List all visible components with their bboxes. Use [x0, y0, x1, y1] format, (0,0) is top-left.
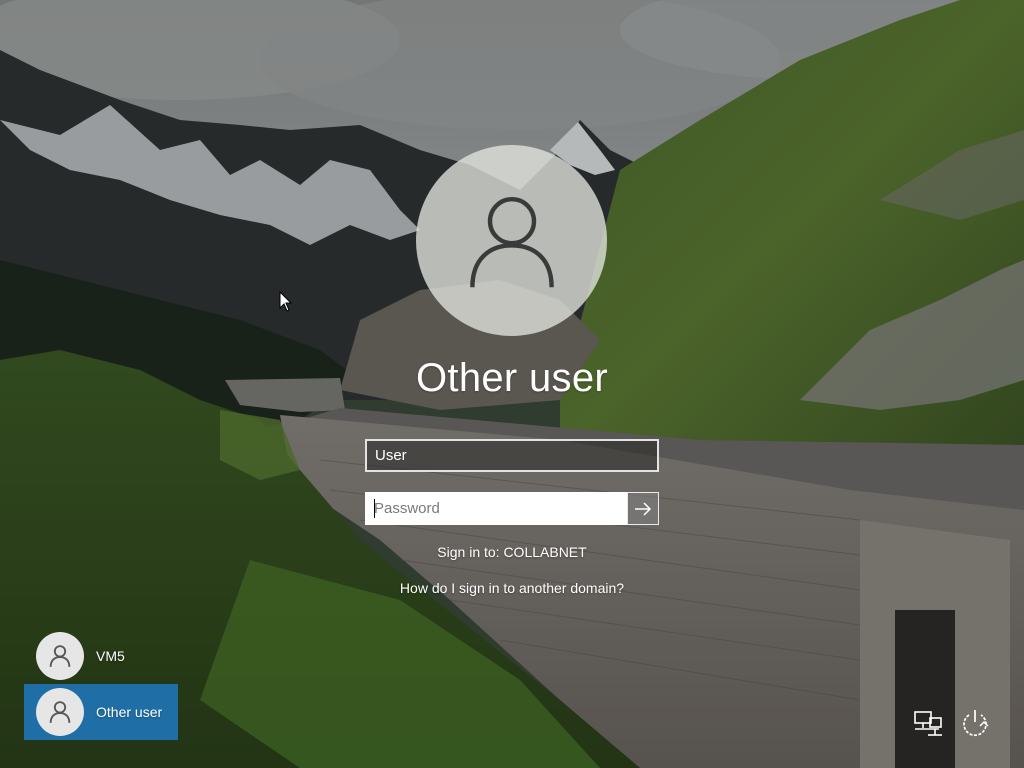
- user-tile-label: Other user: [96, 704, 163, 720]
- selected-user-name: Other user: [416, 356, 608, 400]
- user-tile-label: VM5: [96, 648, 125, 664]
- username-field[interactable]: [365, 439, 659, 472]
- text-caret: [374, 499, 375, 518]
- password-field[interactable]: [365, 492, 627, 525]
- submit-button[interactable]: [627, 492, 659, 525]
- lock-screen: Other user Sign in to: COLLABNET How do …: [0, 0, 1024, 768]
- other-domain-link[interactable]: How do I sign in to another domain?: [312, 580, 712, 596]
- user-tile-vm5[interactable]: VM5: [24, 628, 178, 684]
- selected-user-avatar: [416, 145, 607, 336]
- user-tile-other-user[interactable]: Other user: [24, 684, 178, 740]
- power-icon: [963, 710, 989, 736]
- network-button[interactable]: [911, 706, 945, 740]
- user-icon: [49, 645, 71, 667]
- mouse-cursor-icon: [279, 291, 293, 312]
- arrow-right-icon: [635, 501, 652, 516]
- user-icon: [469, 196, 554, 287]
- signin-domain-text: Sign in to: COLLABNET: [437, 544, 587, 560]
- user-icon: [49, 701, 71, 723]
- user-avatar: [36, 688, 84, 736]
- power-button[interactable]: [958, 706, 992, 740]
- network-icon: [914, 711, 942, 736]
- user-avatar: [36, 632, 84, 680]
